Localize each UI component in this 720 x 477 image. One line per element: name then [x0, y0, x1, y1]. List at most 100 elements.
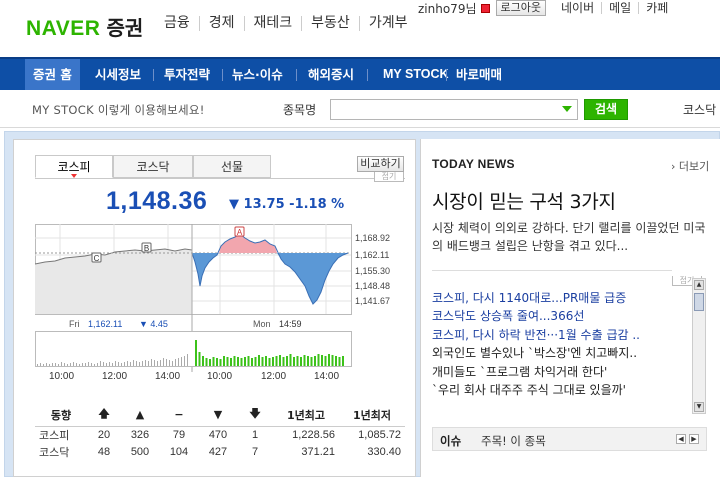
- volume-bar: [37, 364, 38, 366]
- user-name[interactable]: zinho79님: [418, 0, 477, 17]
- issue-text[interactable]: 주목! 이 종목: [481, 433, 546, 449]
- stats-header-flat-icon: −: [159, 404, 199, 427]
- volume-bar: [151, 359, 152, 366]
- table-row[interactable]: 코스피 20 326 79 470 1 1,228.56 1,085.72: [35, 426, 405, 443]
- volume-bar: [195, 340, 197, 366]
- volume-bar: [94, 364, 95, 366]
- today-news-title: TODAY NEWS: [432, 157, 515, 171]
- chart-marker-a: A: [234, 226, 245, 237]
- stats-cell: 427: [208, 445, 228, 458]
- stats-cell: 1: [251, 428, 259, 441]
- stats-header-down-icon: ▼: [199, 404, 237, 427]
- mail-icon[interactable]: [480, 3, 490, 13]
- volume-bar: [112, 363, 113, 366]
- stats-header-year-high: 1년최고: [273, 404, 339, 427]
- list-item[interactable]: 개미들도 `프로그램 차익거래 한다': [432, 363, 682, 381]
- volume-bar: [226, 357, 229, 366]
- list-item[interactable]: `우리 회사 대주주 주식 그대로 있을까': [432, 381, 682, 399]
- top-nav-economy[interactable]: 경제: [198, 16, 244, 31]
- volume-bar: [106, 363, 107, 366]
- list-item[interactable]: 외국인도 별수있나 `박스장'엔 치고빠지..: [432, 344, 682, 362]
- link-mail[interactable]: 메일: [601, 2, 638, 14]
- volume-bar: [46, 363, 47, 366]
- volume-bar: [172, 361, 173, 366]
- nav-separator: [153, 69, 154, 81]
- top-nav-investment[interactable]: 재테크: [243, 16, 302, 31]
- x-tick: 12:00: [102, 371, 128, 382]
- volume-bar: [275, 356, 278, 366]
- volume-bar: [310, 357, 313, 366]
- more-news-link[interactable]: › 더보기: [671, 158, 709, 174]
- scroll-down-icon[interactable]: ▼: [694, 402, 704, 412]
- table-row[interactable]: 코스닥 48 500 104 427 7 371.21 330.40: [35, 443, 405, 460]
- volume-bar: [268, 358, 271, 366]
- logo-naver-text: NAVER: [26, 17, 101, 40]
- nav-market-info[interactable]: 시세정보: [95, 59, 141, 90]
- volume-bar: [247, 356, 250, 366]
- marker-b-label: B: [144, 244, 149, 253]
- nav-investment-strategy[interactable]: 투자전략: [164, 59, 210, 90]
- volume-bar: [209, 359, 211, 366]
- stats-cell: 500: [130, 445, 150, 458]
- logout-button[interactable]: 로그아웃: [495, 0, 546, 16]
- scroll-thumb[interactable]: [694, 293, 704, 311]
- issue-label[interactable]: 이슈: [440, 433, 461, 449]
- nav-direct-trade[interactable]: 바로매매: [456, 59, 502, 90]
- nav-my-stock[interactable]: MY STOCK: [383, 59, 449, 90]
- y-tick: 1,148.48: [355, 281, 391, 291]
- volume-bar: [233, 356, 236, 366]
- volume-bar: [160, 360, 161, 366]
- active-tab-arrow-icon: [71, 174, 77, 178]
- scroll-up-icon[interactable]: ▲: [694, 280, 704, 290]
- list-item[interactable]: 코스피, 다시 1140대로...PR매물 급증: [432, 289, 682, 307]
- volume-bar: [272, 357, 274, 366]
- nav-stock-home[interactable]: 증권 홈: [25, 59, 80, 90]
- tab-futures[interactable]: 선물: [193, 155, 271, 178]
- fold-tag[interactable]: 접기: [374, 172, 404, 182]
- stats-cell: 104: [169, 445, 189, 458]
- index-value: 1,148.36: [106, 187, 208, 215]
- top-nav-realestate[interactable]: 부동산: [301, 16, 359, 31]
- volume-bar: [335, 356, 337, 366]
- volume-bar: [324, 356, 327, 366]
- stats-cell-name[interactable]: 코스닥: [35, 443, 87, 460]
- y-tick: 1,155.30: [355, 266, 391, 276]
- issue-next-icon[interactable]: ▶: [689, 434, 699, 444]
- issue-prev-icon[interactable]: ◀: [676, 434, 686, 444]
- mystock-hint-link[interactable]: MY STOCK 이렇게 이용해보세요!: [32, 102, 205, 118]
- nav-news-issue[interactable]: 뉴스·이슈: [232, 59, 283, 90]
- volume-bar: [254, 357, 257, 366]
- news-headline[interactable]: 시장이 믿는 구석 3가지: [432, 187, 616, 214]
- volume-bar: [300, 357, 302, 366]
- search-label: 종목명: [283, 103, 317, 117]
- volume-bar: [198, 352, 201, 366]
- nav-world-market[interactable]: 해외증시: [308, 59, 354, 90]
- volume-bar: [303, 355, 306, 366]
- volume-bar: [307, 356, 309, 366]
- stats-cell-name[interactable]: 코스피: [35, 426, 87, 443]
- top-header: NAVER 증권 금융 경제 재테크 부동산 가계부 zinho79님 로그아웃…: [0, 0, 720, 50]
- x-tick: 14:00: [155, 371, 181, 382]
- tab-kosdaq[interactable]: 코스닥: [113, 155, 193, 178]
- nav-separator: [296, 69, 297, 81]
- top-nav-finance[interactable]: 금융: [164, 16, 199, 31]
- y-tick: 1,141.67: [355, 296, 391, 306]
- news-summary[interactable]: 시장 체력이 의외로 강하다. 단기 랠리를 이끌었던 미국의 배드뱅크 설립은…: [432, 219, 714, 255]
- stats-cell: 7: [251, 445, 259, 458]
- search-dropdown-icon[interactable]: [562, 106, 572, 112]
- link-naver[interactable]: 네이버: [554, 2, 601, 14]
- search-right-label[interactable]: 코스닥: [683, 101, 716, 118]
- naver-finance-logo[interactable]: NAVER 증권: [26, 12, 143, 41]
- volume-bar: [52, 363, 53, 366]
- volume-bar: [258, 355, 260, 366]
- news-scrollbar[interactable]: ▲ ▼: [692, 278, 706, 414]
- compare-button[interactable]: 비교하기: [357, 156, 404, 172]
- list-item[interactable]: 코스피, 다시 하락 반전···1월 수출 급감 ..: [432, 326, 682, 344]
- top-nav-budget[interactable]: 가계부: [358, 16, 417, 31]
- volume-bar: [175, 359, 176, 366]
- link-cafe[interactable]: 카페: [638, 2, 675, 14]
- stats-cell: 470: [208, 428, 228, 441]
- list-item[interactable]: 코스닥도 상승폭 줄여...366선: [432, 307, 682, 325]
- search-button[interactable]: 검색: [584, 99, 628, 120]
- stock-search-input[interactable]: [330, 99, 578, 120]
